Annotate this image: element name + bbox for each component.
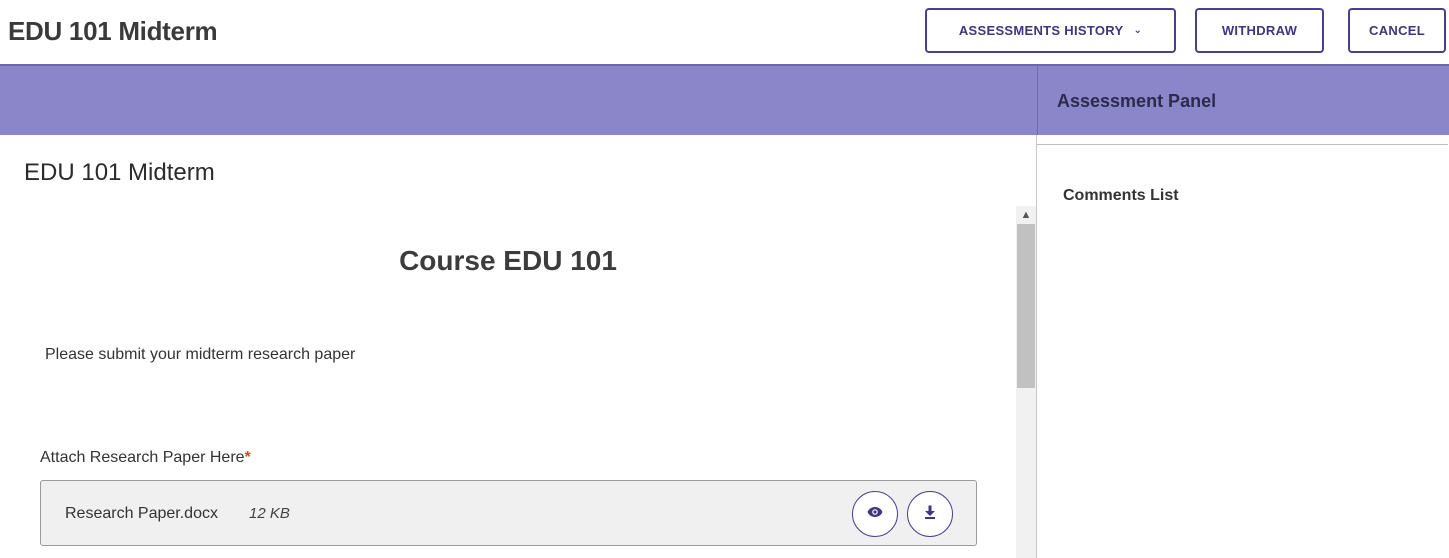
assessments-history-button[interactable]: ASSESSMENTS HISTORY ⌄ bbox=[925, 8, 1176, 53]
assessments-history-label: ASSESSMENTS HISTORY bbox=[958, 23, 1124, 38]
form-banner bbox=[0, 66, 1037, 135]
course-heading: Course EDU 101 bbox=[399, 245, 617, 276]
chevron-down-icon: ⌄ bbox=[1133, 25, 1143, 36]
chevron-up-icon[interactable]: ▲ bbox=[1016, 206, 1036, 224]
file-name[interactable]: Research Paper.docx bbox=[65, 505, 218, 523]
form-title: EDU 101 Midterm bbox=[24, 159, 215, 186]
panel-rule bbox=[1037, 144, 1448, 145]
file-size: 12 KB bbox=[249, 505, 290, 522]
attach-label: Attach Research Paper Here* bbox=[40, 449, 251, 467]
attached-file: Research Paper.docx 12 KB bbox=[40, 480, 977, 546]
page-title: EDU 101 Midterm bbox=[8, 16, 218, 46]
assessment-panel-title: Assessment Panel bbox=[1057, 91, 1217, 111]
eye-icon bbox=[867, 505, 883, 523]
attach-label-text: Attach Research Paper Here bbox=[40, 449, 245, 466]
cancel-button[interactable]: CANCEL bbox=[1348, 8, 1446, 53]
view-file-button[interactable] bbox=[852, 491, 898, 537]
download-file-button[interactable] bbox=[907, 491, 953, 537]
scrollbar-thumb[interactable] bbox=[1017, 224, 1035, 388]
required-marker: * bbox=[244, 449, 251, 466]
panel-divider bbox=[1036, 135, 1037, 558]
comments-list-label: Comments List bbox=[1063, 187, 1179, 204]
top-bar: EDU 101 Midterm ASSESSMENTS HISTORY ⌄ WI… bbox=[0, 0, 1449, 64]
download-icon bbox=[924, 505, 936, 524]
instructions-text: Please submit your midterm research pape… bbox=[45, 346, 356, 363]
withdraw-button[interactable]: WITHDRAW bbox=[1195, 8, 1324, 53]
assessment-panel-header: Assessment Panel bbox=[1037, 66, 1449, 135]
